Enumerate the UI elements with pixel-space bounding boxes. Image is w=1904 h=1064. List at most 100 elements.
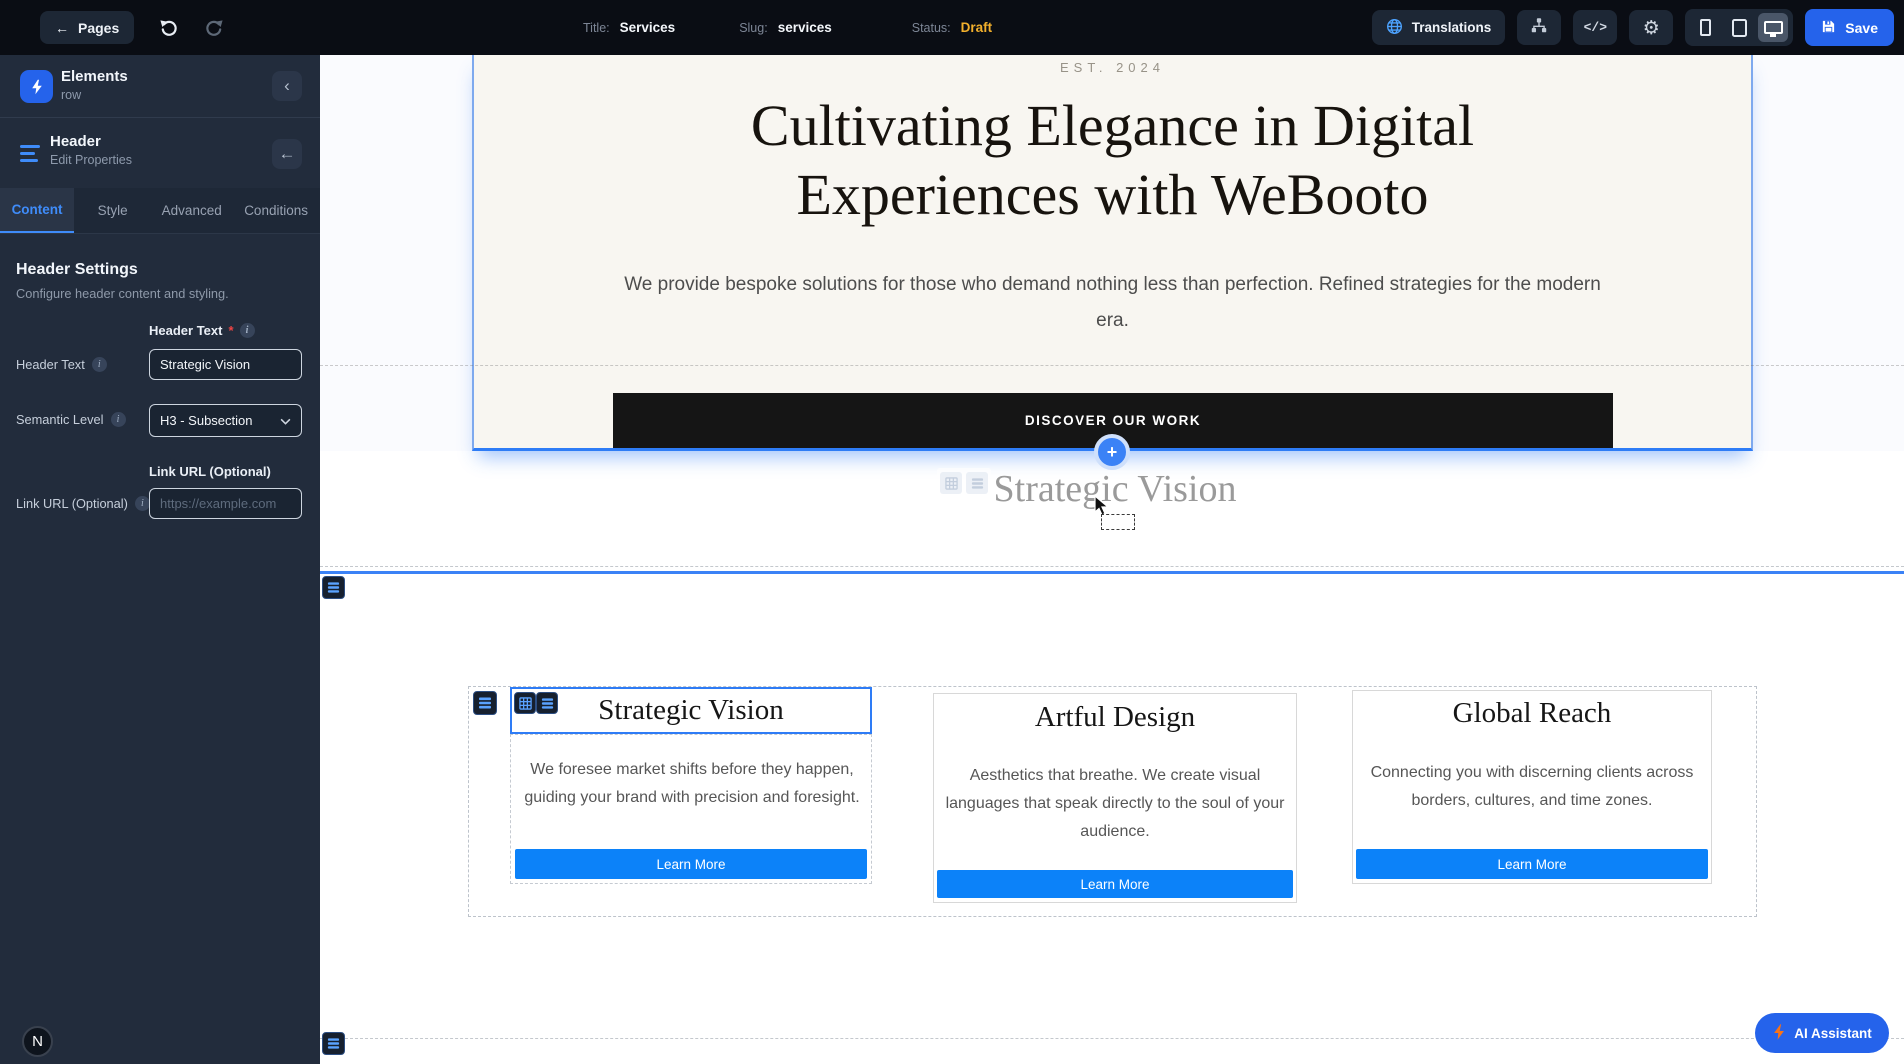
row-drag-handle[interactable] [322, 1032, 345, 1055]
card-title: Artful Design [934, 701, 1296, 734]
redo-icon[interactable] [202, 16, 226, 40]
chevron-left-icon: ‹ [284, 76, 290, 96]
link-url-field-label: Link URL (Optional) [149, 464, 271, 479]
column-drag-handle[interactable] [473, 691, 497, 715]
arrow-left-icon: ← [55, 20, 69, 36]
settings-gear-button[interactable]: ⚙ [1629, 10, 1673, 45]
translations-label: Translations [1412, 20, 1492, 35]
info-icon[interactable]: i [92, 357, 107, 372]
header-properties-subtitle: Edit Properties [50, 153, 132, 167]
info-icon[interactable]: i [111, 412, 126, 427]
editor-canvas: EST. 2024 Cultivating Elegance in Digita… [320, 55, 1904, 1064]
phone-preview-button[interactable] [1690, 13, 1720, 42]
translations-button[interactable]: Translations [1372, 10, 1506, 45]
card-text: We foresee market shifts before they hap… [520, 756, 864, 812]
gear-icon: ⚙ [1643, 17, 1660, 39]
chevron-down-icon [280, 413, 291, 428]
phone-icon [1700, 19, 1711, 36]
slug-value: services [778, 20, 832, 35]
header-element-icon [20, 143, 40, 163]
status-label: Status: [912, 21, 951, 35]
arrow-left-icon: ← [279, 144, 296, 164]
collapse-panel-button[interactable]: ‹ [272, 71, 302, 101]
required-asterisk: * [228, 323, 233, 338]
floppy-icon [1821, 19, 1836, 37]
elements-panel-title: Elements [61, 68, 128, 85]
drop-indicator-line [320, 571, 1904, 574]
elements-panel-header: Elements row ‹ [0, 55, 320, 118]
slug-label: Slug: [739, 21, 768, 35]
settings-title: Header Settings [16, 261, 138, 279]
tab-advanced[interactable]: Advanced [151, 188, 232, 234]
desktop-preview-button[interactable] [1758, 13, 1788, 42]
learn-more-button[interactable]: Learn More [1356, 849, 1708, 879]
canvas-margin-right [1753, 55, 1904, 451]
back-button[interactable]: ← [272, 139, 302, 169]
header-text-field-label: Header Text*i [149, 323, 255, 338]
info-icon[interactable]: i [240, 323, 255, 338]
header-text-row-label: Header Texti [16, 357, 107, 372]
title-label: Title: [583, 21, 610, 35]
sitemap-icon-button[interactable] [1517, 10, 1561, 45]
learn-more-button[interactable]: Learn More [515, 849, 867, 879]
monitor-icon [1764, 21, 1783, 34]
settings-description: Configure header content and styling. [16, 286, 229, 301]
grid-icon [940, 472, 962, 494]
card-2[interactable]: Artful Design Aesthetics that breathe. W… [933, 693, 1297, 903]
link-url-input[interactable] [149, 488, 302, 519]
lightning-icon [20, 70, 53, 103]
tab-style[interactable]: Style [74, 188, 151, 234]
element-grid-handle[interactable] [514, 692, 536, 714]
save-label: Save [1845, 20, 1878, 36]
device-preview-toggle [1685, 9, 1793, 46]
learn-more-button[interactable]: Learn More [937, 870, 1293, 898]
link-url-row-label: Link URL (Optional)i [16, 496, 150, 511]
elements-panel-subtitle: row [61, 88, 81, 102]
ai-assistant-label: AI Assistant [1794, 1026, 1872, 1041]
semantic-level-select[interactable]: H3 - Subsection [149, 404, 302, 437]
card-title: Strategic Vision [598, 694, 783, 727]
lightning-icon [1772, 1024, 1786, 1043]
page-meta: Title: Services Slug: services Status: D… [583, 0, 992, 55]
pages-back-button[interactable]: ← Pages [40, 11, 134, 44]
card-text: Aesthetics that breathe. We create visua… [935, 762, 1295, 846]
hero-element-boundary [320, 365, 1904, 366]
tablet-preview-button[interactable] [1724, 13, 1754, 42]
ai-assistant-button[interactable]: AI Assistant [1755, 1013, 1889, 1053]
save-button[interactable]: Save [1805, 9, 1894, 46]
notification-avatar[interactable]: N [22, 1026, 53, 1057]
properties-tabs: Content Style Advanced Conditions [0, 188, 320, 234]
page-builder-app: ← Pages Title: Services Slug: services S… [0, 0, 1904, 1064]
section-boundary-dashed [320, 1038, 1904, 1039]
card-text: Connecting you with discerning clients a… [1357, 759, 1707, 815]
hero-paragraph: We provide bespoke solutions for those w… [608, 267, 1618, 339]
topbar: ← Pages Title: Services Slug: services S… [0, 0, 1904, 55]
tablet-icon [1732, 19, 1747, 37]
header-properties-title: Header [50, 133, 101, 150]
pages-label: Pages [78, 20, 119, 36]
tab-conditions[interactable]: Conditions [232, 188, 320, 234]
row-drag-handle[interactable] [322, 576, 345, 599]
canvas-margin-left [320, 55, 472, 451]
hero-heading: Cultivating Elegance in Digital Experien… [474, 91, 1751, 229]
semantic-level-value: H3 - Subsection [160, 413, 253, 428]
card-1-body[interactable]: We foresee market shifts before they hap… [510, 734, 872, 884]
title-value: Services [620, 20, 676, 35]
element-rows-handle[interactable] [536, 692, 558, 714]
drag-indicator-box [1101, 514, 1135, 530]
semantic-level-row-label: Semantic Leveli [16, 412, 126, 427]
code-icon: </> [1584, 20, 1607, 35]
tab-content[interactable]: Content [0, 188, 74, 234]
add-section-button[interactable]: + [1094, 434, 1130, 470]
undo-icon[interactable] [156, 16, 180, 40]
header-properties-header: Header Edit Properties ← [0, 119, 320, 188]
card-1-header-selected[interactable]: Strategic Vision [510, 687, 872, 734]
info-icon[interactable]: i [135, 496, 150, 511]
code-icon-button[interactable]: </> [1573, 10, 1617, 45]
status-badge: Draft [961, 20, 993, 35]
globe-icon [1386, 18, 1403, 38]
card-3[interactable]: Global Reach Connecting you with discern… [1352, 690, 1712, 884]
header-text-input[interactable] [149, 349, 302, 380]
hero-section[interactable]: EST. 2024 Cultivating Elegance in Digita… [472, 55, 1753, 451]
hero-est-label: EST. 2024 [474, 60, 1751, 75]
